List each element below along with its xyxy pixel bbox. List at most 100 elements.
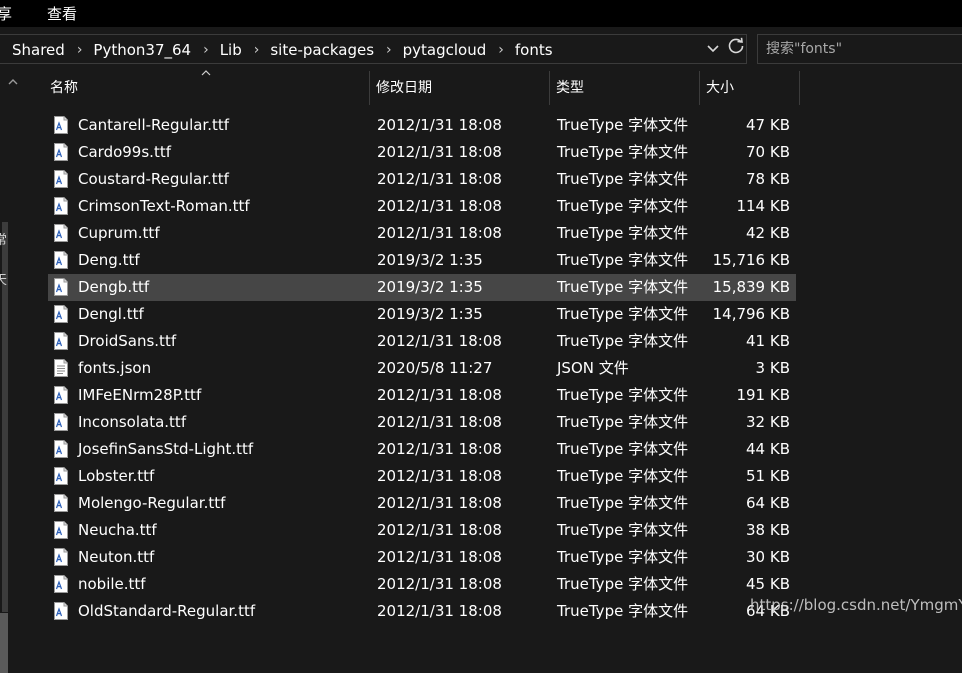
file-size: 78 KB [746, 170, 790, 188]
file-date: 2012/1/31 18:08 [377, 143, 502, 161]
file-type: TrueType 字体文件 [557, 494, 689, 512]
file-row[interactable]: fonts.json 2020/5/8 11:27 JSON 文件 3 KB [48, 355, 796, 382]
ribbon-tab-share[interactable]: 享 [0, 3, 12, 24]
font-file-icon [53, 440, 69, 458]
file-row[interactable]: OldStandard-Regular.ttf 2012/1/31 18:08 Tr… [48, 598, 796, 625]
file-row[interactable]: Deng.ttf 2019/3/2 1:35 TrueType 字体文件 15,716… [48, 247, 796, 274]
navigation-pane: 常 天 [0, 71, 30, 673]
file-row[interactable]: JosefinSansStd-Light.ttf 2012/1/31 18:08 T… [48, 436, 796, 463]
search-box[interactable] [757, 34, 962, 64]
file-type: TrueType 字体文件 [557, 440, 689, 458]
file-date: 2019/3/2 1:35 [377, 251, 483, 269]
address-bar[interactable]: Shared › Python37_64 › Lib › site-packag… [0, 34, 747, 64]
file-name: fonts.json [78, 359, 152, 377]
file-row[interactable]: IMFeENrm28P.ttf 2012/1/31 18:08 TrueType 字… [48, 382, 796, 409]
file-name: Neuton.ttf [78, 548, 155, 566]
file-row[interactable]: Cardo99s.ttf 2012/1/31 18:08 TrueType 字体文件… [48, 139, 796, 166]
font-file-icon [53, 602, 69, 620]
file-name: Neucha.ttf [78, 521, 157, 539]
file-row[interactable]: Neucha.ttf 2012/1/31 18:08 TrueType 字体文件 38… [48, 517, 796, 544]
file-row[interactable]: Lobster.ttf 2012/1/31 18:08 TrueType 字体文件 5… [48, 463, 796, 490]
chevron-down-icon[interactable] [705, 39, 721, 59]
file-date: 2012/1/31 18:08 [377, 116, 502, 134]
file-type: JSON 文件 [557, 359, 629, 377]
font-file-icon [53, 521, 69, 539]
column-divider[interactable] [799, 71, 800, 105]
file-row[interactable]: Cuprum.ttf 2012/1/31 18:08 TrueType 字体文件 42… [48, 220, 796, 247]
file-date: 2012/1/31 18:08 [377, 602, 502, 620]
file-name: nobile.ttf [78, 575, 146, 593]
file-type: TrueType 字体文件 [557, 224, 689, 242]
breadcrumb: Shared › Python37_64 › Lib › site-packag… [12, 40, 553, 60]
font-file-icon [53, 170, 69, 188]
file-size: 32 KB [746, 413, 790, 431]
column-header-size[interactable]: 大小 [706, 71, 800, 105]
file-size: 191 KB [736, 386, 790, 404]
file-size: 47 KB [746, 116, 790, 134]
file-size: 15,839 KB [712, 278, 790, 296]
column-divider[interactable] [549, 71, 550, 105]
search-input[interactable] [766, 40, 956, 58]
font-file-icon [53, 494, 69, 512]
file-row[interactable]: Cantarell-Regular.ttf 2012/1/31 18:08 True… [48, 112, 796, 139]
file-name: DroidSans.ttf [78, 332, 177, 350]
file-name: Lobster.ttf [78, 467, 155, 485]
file-type: TrueType 字体文件 [557, 305, 689, 323]
column-divider[interactable] [369, 71, 370, 105]
nav-item-clipped[interactable]: 常 [0, 229, 7, 248]
file-row[interactable]: Dengb.ttf 2019/3/2 1:35 TrueType 字体文件 15,83… [48, 274, 796, 301]
file-date: 2012/1/31 18:08 [377, 170, 502, 188]
file-row[interactable]: Inconsolata.ttf 2012/1/31 18:08 TrueType 字… [48, 409, 796, 436]
breadcrumb-lib[interactable]: Lib [220, 41, 242, 59]
file-name: Dengb.ttf [78, 278, 150, 296]
file-row[interactable]: nobile.ttf 2012/1/31 18:08 TrueType 字体文件 45… [48, 571, 796, 598]
file-type: TrueType 字体文件 [557, 602, 689, 620]
file-date: 2012/1/31 18:08 [377, 440, 502, 458]
breadcrumb-fonts[interactable]: fonts [515, 41, 553, 59]
file-size: 114 KB [736, 197, 790, 215]
breadcrumb-separator-icon[interactable]: › [498, 42, 504, 58]
file-row[interactable]: Molengo-Regular.ttf 2012/1/31 18:08 TrueTy… [48, 490, 796, 517]
file-row[interactable]: Dengl.ttf 2019/3/2 1:35 TrueType 字体文件 14,79… [48, 301, 796, 328]
column-divider[interactable] [699, 71, 700, 105]
font-file-icon [53, 305, 69, 323]
ribbon-tab-view[interactable]: 查看 [47, 3, 77, 24]
refresh-icon[interactable] [726, 37, 746, 61]
breadcrumb-separator-icon[interactable]: › [386, 42, 392, 58]
font-file-icon [53, 575, 69, 593]
font-file-icon [53, 116, 69, 134]
file-type: TrueType 字体文件 [557, 116, 689, 134]
file-date: 2019/3/2 1:35 [377, 278, 483, 296]
file-size: 14,796 KB [712, 305, 790, 323]
file-date: 2012/1/31 18:08 [377, 521, 502, 539]
column-header-name[interactable]: 名称 [50, 71, 368, 105]
nav-scrollbar-lower[interactable] [0, 613, 8, 673]
breadcrumb-python37[interactable]: Python37_64 [93, 41, 191, 59]
scroll-up-icon[interactable] [8, 75, 18, 88]
file-row[interactable]: CrimsonText-Roman.ttf 2012/1/31 18:08 True… [48, 193, 796, 220]
breadcrumb-separator-icon[interactable]: › [77, 42, 83, 58]
file-name: CrimsonText-Roman.ttf [78, 197, 250, 215]
column-header-type[interactable]: 类型 [556, 71, 698, 105]
column-header-date[interactable]: 修改日期 [376, 71, 548, 105]
file-type: TrueType 字体文件 [557, 170, 689, 188]
font-file-icon [53, 467, 69, 485]
breadcrumb-shared[interactable]: Shared [12, 41, 65, 59]
font-file-icon [53, 413, 69, 431]
file-size: 41 KB [746, 332, 790, 350]
breadcrumb-separator-icon[interactable]: › [203, 42, 209, 58]
file-type: TrueType 字体文件 [557, 143, 689, 161]
file-name: Inconsolata.ttf [78, 413, 187, 431]
file-row[interactable]: Neuton.ttf 2012/1/31 18:08 TrueType 字体文件 30… [48, 544, 796, 571]
breadcrumb-pytagcloud[interactable]: pytagcloud [403, 41, 487, 59]
file-row[interactable]: Coustard-Regular.ttf 2012/1/31 18:08 TrueT… [48, 166, 796, 193]
file-type: TrueType 字体文件 [557, 278, 689, 296]
breadcrumb-separator-icon[interactable]: › [254, 42, 260, 58]
file-date: 2012/1/31 18:08 [377, 332, 502, 350]
watermark-text: https://blog.csdn.net/YmgmY [750, 596, 962, 614]
breadcrumb-site-packages[interactable]: site-packages [270, 41, 374, 59]
file-row[interactable]: DroidSans.ttf 2012/1/31 18:08 TrueType 字体文… [48, 328, 796, 355]
column-header-row: 名称 修改日期 类型 大小 [30, 70, 962, 107]
font-file-icon [53, 332, 69, 350]
nav-item-clipped[interactable]: 天 [0, 269, 7, 288]
